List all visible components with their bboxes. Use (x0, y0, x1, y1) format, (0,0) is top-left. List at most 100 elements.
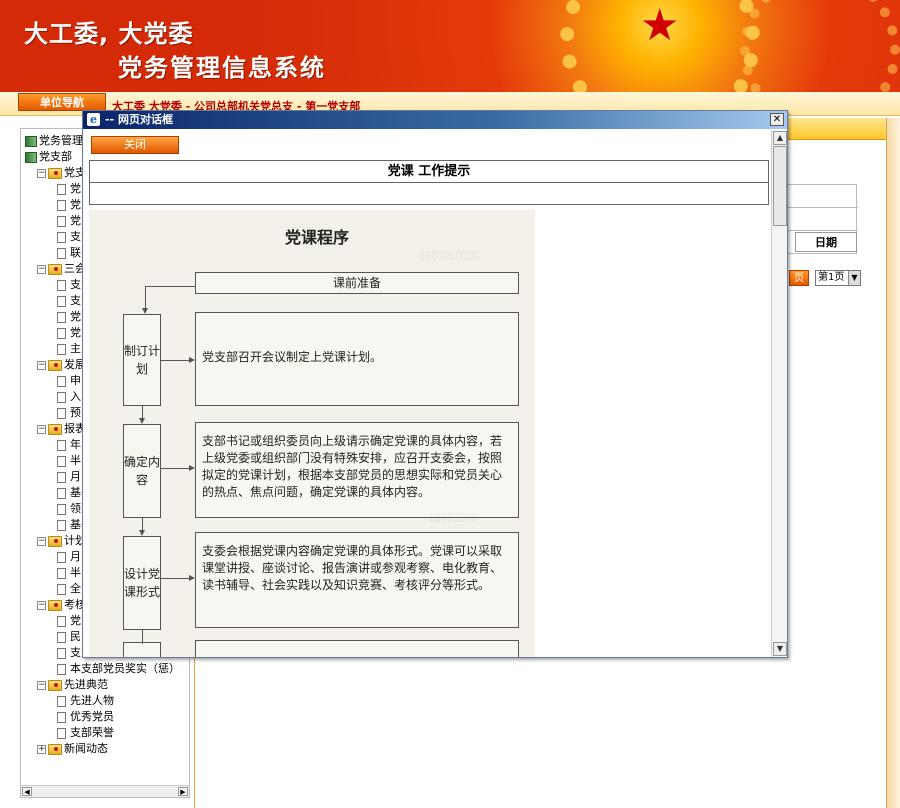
tree-item-label: 领 (70, 502, 81, 515)
tree-item[interactable]: 党务管理 (25, 133, 83, 149)
tree-item[interactable]: 支部荣誉 (57, 725, 114, 741)
step-3-text: 支委会根据党课内容确定党课的具体形式。党课可以采取课堂讲授、座谈讨论、报告演讲或… (202, 544, 503, 592)
doc-icon (57, 647, 66, 659)
tree-item[interactable]: 半 (57, 565, 81, 581)
step-prepare: 课前准备 (195, 272, 519, 294)
doc-icon (57, 567, 66, 579)
collapse-icon[interactable]: − (37, 168, 46, 178)
tree-item-label: 预 (70, 406, 81, 419)
tree-item[interactable]: 联 (57, 245, 81, 261)
tree-item[interactable]: 优秀党员 (57, 709, 114, 725)
tree-item-label: 年 (70, 438, 81, 451)
scroll-thumb[interactable] (773, 146, 787, 226)
tree-item[interactable]: 预 (57, 405, 81, 421)
tree-horizontal-scrollbar[interactable]: ◀ ▶ (21, 785, 189, 797)
tree-item[interactable]: 月 (57, 469, 81, 485)
tree-item[interactable]: − 先进典范 (37, 677, 108, 693)
doc-icon (57, 375, 66, 387)
tree-item[interactable]: 党支部 (25, 149, 72, 165)
collapse-icon[interactable]: − (37, 600, 46, 610)
step-1-text-box: 党支部召开会议制定上党课计划。 (195, 312, 519, 406)
folder-icon (48, 535, 62, 547)
tree-item-label: 支 (70, 278, 81, 291)
tree-item[interactable]: 党 (57, 309, 81, 325)
doc-icon (57, 711, 66, 723)
tree-item[interactable]: 基 (57, 517, 81, 533)
step-2-label: 确定内容 (124, 455, 161, 487)
tree-item[interactable]: 基 (57, 485, 81, 501)
tree-item[interactable]: 党 (57, 197, 81, 213)
tree-item[interactable]: 党 (57, 213, 81, 229)
chevron-down-icon[interactable]: ▼ (848, 271, 860, 285)
tree-item-label: 支 (70, 646, 81, 659)
step-4-text-box (195, 640, 519, 657)
tree-item[interactable]: 党 (57, 613, 81, 629)
tree-item[interactable]: 支 (57, 293, 81, 309)
tree-item[interactable]: − 报表 (37, 421, 86, 437)
scroll-right-icon[interactable]: ▶ (178, 787, 188, 796)
tree-item-label: 先进人物 (70, 694, 114, 707)
folder-icon (48, 679, 62, 691)
tree-item-label: 申 (70, 374, 81, 387)
tree-item[interactable]: 半 (57, 453, 81, 469)
banner-title-line2: 党务管理信息系统 (118, 54, 326, 82)
collapse-icon[interactable]: − (37, 424, 46, 434)
tree-item-label: 党 (70, 198, 81, 211)
tree-item-label: 优秀党员 (70, 710, 114, 723)
tree-item[interactable]: 领 (57, 501, 81, 517)
collapse-icon[interactable]: − (37, 264, 46, 274)
collapse-icon[interactable]: − (37, 360, 46, 370)
tree-item-label: 月 (70, 550, 81, 563)
step-3-text-box: 支委会根据党课内容确定党课的具体形式。党课可以采取课堂讲授、座谈讨论、报告演讲或… (195, 532, 519, 628)
tree-item[interactable]: 全 (57, 581, 81, 597)
doc-icon (57, 439, 66, 451)
tree-item[interactable]: 支 (57, 229, 81, 245)
unit-nav-button[interactable]: 单位导航 (18, 93, 106, 111)
scroll-left-icon[interactable]: ◀ (22, 787, 32, 796)
tree-item[interactable]: − 考核 (37, 597, 86, 613)
tree-item[interactable]: 本支部党员奖实（惩） (57, 661, 180, 677)
tree-item[interactable]: 主 (57, 341, 81, 357)
tree-item[interactable]: 先进人物 (57, 693, 114, 709)
tree-item[interactable]: 月 (57, 549, 81, 565)
book-icon (25, 135, 37, 147)
ie-icon: e (87, 113, 100, 126)
scroll-down-icon[interactable]: ▼ (773, 642, 787, 656)
doc-icon (57, 327, 66, 339)
banner-decoration-2 (740, 0, 900, 92)
tree-item[interactable]: 支 (57, 645, 81, 661)
page-select-value: 第1页 (818, 272, 845, 283)
scroll-up-icon[interactable]: ▲ (773, 131, 787, 145)
tree-item[interactable]: 支 (57, 277, 81, 293)
expand-icon[interactable]: + (37, 744, 46, 754)
doc-icon (57, 551, 66, 563)
tree-item[interactable]: 年 (57, 437, 81, 453)
tree-item[interactable]: + 新闻动态 (37, 741, 108, 757)
step-1-text: 党支部召开会议制定上党课计划。 (202, 350, 383, 364)
tree-item-label: 党支部 (39, 150, 72, 163)
doc-icon (57, 343, 66, 355)
dialog-titlebar[interactable]: e -- 网页对话框 ✕ (83, 111, 787, 129)
tree-item[interactable]: 党 (57, 181, 81, 197)
close-icon[interactable]: ✕ (770, 113, 784, 126)
tree-item-label: 党务管理 (39, 134, 83, 147)
collapse-icon[interactable]: − (37, 680, 46, 690)
tree-item[interactable]: 申 (57, 373, 81, 389)
collapse-icon[interactable]: − (37, 536, 46, 546)
right-border (886, 118, 900, 808)
tree-item[interactable]: 党 (57, 325, 81, 341)
doc-icon (57, 407, 66, 419)
tree-item-label: 党 (70, 310, 81, 323)
page-select[interactable]: 第1页 ▼ (815, 270, 861, 286)
doc-icon (57, 455, 66, 467)
close-button[interactable]: 关闭 (91, 136, 179, 154)
date-column-header: 日期 (795, 232, 857, 252)
page-go-button[interactable]: 页 (789, 270, 809, 286)
doc-icon (57, 519, 66, 531)
tree-item[interactable]: 民 (57, 629, 81, 645)
step-prepare-label: 课前准备 (332, 276, 381, 290)
tree-item[interactable]: 入 (57, 389, 81, 405)
flowchart-image: ▯▯▯▯▯▯▯▯▯▯ ▯▯▯▯▯▯▯▯ 党课程序 课前准备 制订计划 党支部召开… (89, 210, 535, 657)
tree-item-label: 全 (70, 582, 81, 595)
dialog-vertical-scrollbar[interactable]: ▲ ▼ (771, 130, 787, 657)
